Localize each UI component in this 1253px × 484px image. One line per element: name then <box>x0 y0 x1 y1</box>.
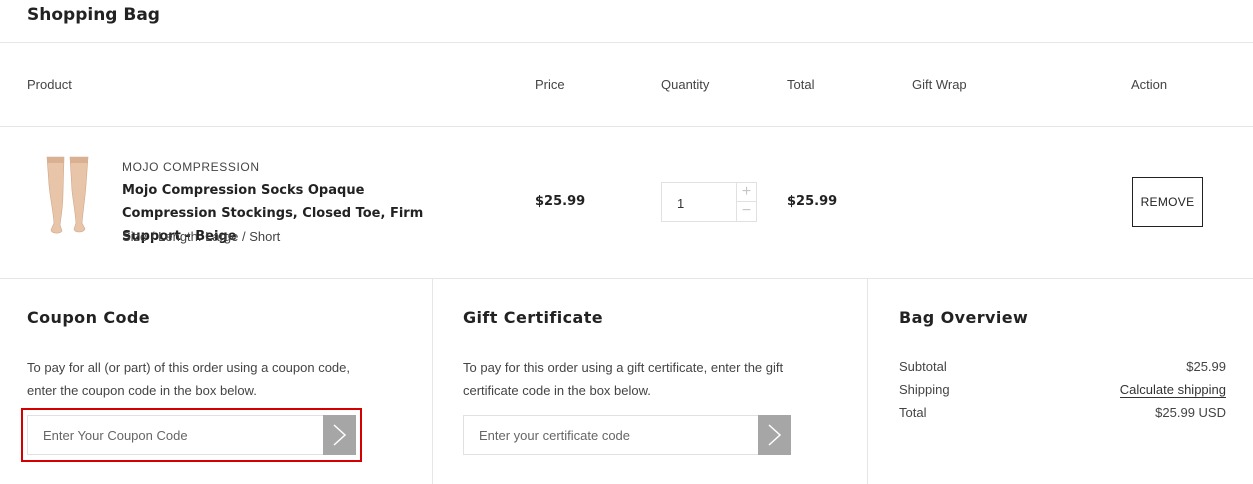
subtotal-value: $25.99 <box>1186 359 1226 374</box>
gift-certificate-title: Gift Certificate <box>463 308 604 327</box>
gift-certificate-input[interactable] <box>464 416 758 454</box>
coupon-title: Coupon Code <box>27 308 150 327</box>
bag-overview-title: Bag Overview <box>899 308 1029 327</box>
gift-certificate-description: To pay for this order using a gift certi… <box>463 360 784 398</box>
plus-icon[interactable]: + <box>736 183 756 202</box>
chevron-right-icon <box>768 424 782 446</box>
table-header-divider <box>0 126 1253 127</box>
product-total: $25.99 <box>787 194 838 209</box>
subtotal-label: Subtotal <box>899 359 947 374</box>
product-brand: MOJO COMPRESSION <box>122 160 260 174</box>
coupon-highlight-box <box>21 408 362 462</box>
page-title: Shopping Bag <box>27 5 160 25</box>
calculate-shipping-link[interactable]: Calculate shipping <box>1119 382 1226 398</box>
shipping-label: Shipping <box>899 382 950 397</box>
header-quantity: Quantity <box>661 77 710 92</box>
column-divider <box>867 279 868 484</box>
quantity-stepper[interactable]: 1 + − <box>661 182 757 222</box>
column-divider <box>432 279 433 484</box>
gift-certificate-field <box>463 415 791 455</box>
coupon-description: To pay for all (or part) of this order u… <box>27 360 351 398</box>
remove-button[interactable]: REMOVE <box>1132 177 1203 227</box>
header-product: Product <box>27 77 72 92</box>
header-divider <box>0 42 1253 43</box>
row-divider <box>0 278 1253 279</box>
minus-icon[interactable]: − <box>736 202 756 221</box>
gift-certificate-submit-button[interactable] <box>758 415 791 455</box>
product-price: $25.99 <box>535 194 586 209</box>
header-action: Action <box>1131 77 1168 92</box>
header-total: Total <box>787 77 815 92</box>
product-variant: Size / Length: Large / Short <box>122 229 281 244</box>
quantity-value[interactable]: 1 <box>677 196 684 211</box>
header-gift-wrap: Gift Wrap <box>912 77 967 92</box>
header-price: Price <box>535 77 565 92</box>
total-value: $25.99 USD <box>1155 405 1226 420</box>
compression-socks-image[interactable] <box>42 155 94 237</box>
total-label: Total <box>899 405 927 420</box>
